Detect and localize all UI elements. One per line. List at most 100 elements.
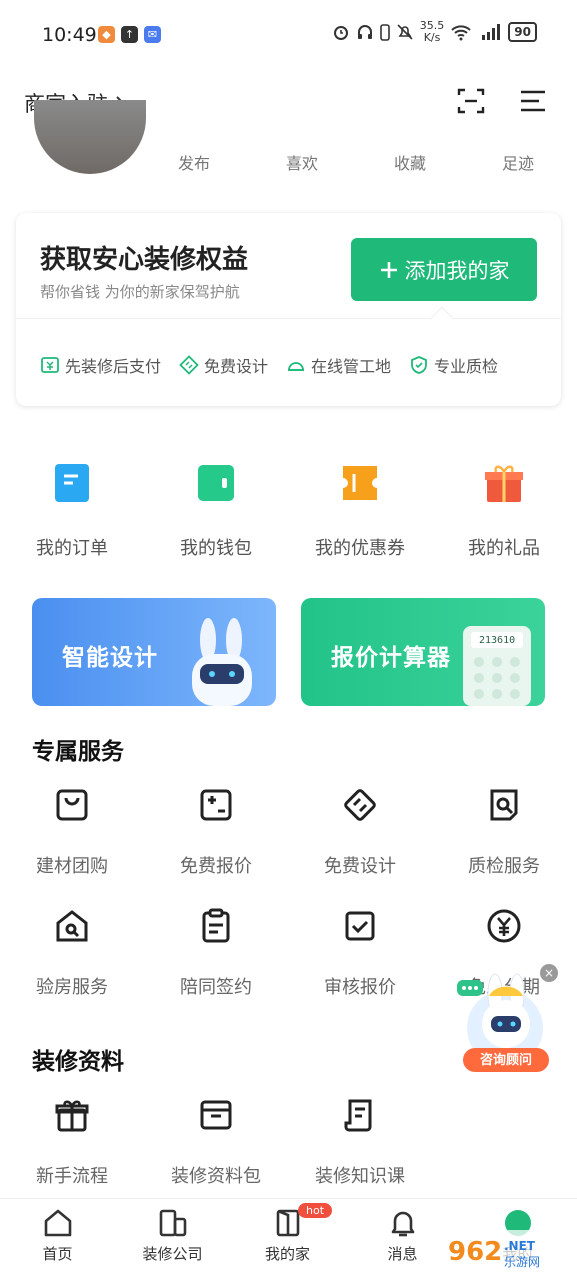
calculator-display: 213610 (479, 635, 516, 646)
coupon-icon (343, 466, 377, 500)
quick-wallet[interactable]: 我的钱包 (144, 462, 288, 560)
service-label: 免费设计 (324, 856, 396, 877)
signal-icon (482, 24, 501, 40)
quote-calculator-banner[interactable]: 报价计算器 213610 (301, 598, 545, 706)
smart-design-label: 智能设计 (62, 645, 158, 671)
status-indicators: 35.5 K/s 90 (332, 20, 537, 44)
quick-label: 我的优惠券 (315, 538, 405, 559)
bunny-mascot-icon (192, 618, 252, 706)
mute-icon (397, 24, 413, 40)
alarm-icon (333, 26, 348, 40)
service-contract-accompany[interactable]: 陪同签约 (144, 907, 288, 999)
menu-icon[interactable] (518, 86, 548, 116)
quick-label: 我的钱包 (180, 538, 252, 559)
quick-gifts[interactable]: 我的礼品 (432, 462, 576, 560)
service-label: 陪同签约 (180, 977, 252, 998)
scan-icon[interactable] (456, 86, 486, 116)
material-beginner-flow[interactable]: 新手流程 (0, 1096, 144, 1188)
perk-list: 先装修后支付 免费设计 在线管工地 专业质检 (40, 353, 498, 377)
perk-label: 先装修后支付 (65, 357, 162, 376)
perk-label: 在线管工地 (311, 357, 392, 376)
quote-calculator-label: 报价计算器 (331, 645, 451, 671)
checkbox-icon (345, 911, 375, 941)
folder-icon (200, 1100, 232, 1130)
clipboard-icon (202, 908, 230, 943)
material-label: 装修知识课 (315, 1166, 405, 1187)
network-speed: 35.5 K/s (419, 19, 445, 44)
service-label: 审核报价 (324, 977, 396, 998)
stat-favorites[interactable]: 收藏 (356, 150, 464, 174)
gift-outline-icon (55, 1100, 89, 1132)
tab-label: 消息 (387, 1245, 418, 1263)
perk-online-site: 在线管工地 (286, 353, 391, 377)
service-house-inspection[interactable]: 验房服务 (0, 907, 144, 999)
stat-posts[interactable]: 发布 (140, 150, 248, 174)
svg-text:乐游网: 乐游网 (504, 1255, 540, 1269)
upload-notification-icon: ↑ (121, 26, 138, 43)
service-label: 质检服务 (468, 856, 540, 877)
service-label: 建材团购 (36, 856, 108, 877)
materials-title: 装修资料 (32, 1049, 124, 1075)
avatar[interactable] (34, 100, 146, 174)
design-diamond-icon (344, 789, 376, 821)
headphones-icon (357, 25, 372, 39)
perk-inspection: 专业质检 (409, 353, 498, 377)
quick-coupons[interactable]: 我的优惠券 (288, 462, 432, 560)
perk-label: 免费设计 (204, 357, 269, 376)
building-icon (159, 1209, 186, 1237)
service-quality-inspection[interactable]: 质检服务 (432, 786, 576, 878)
svg-text:962: 962 (448, 1237, 502, 1267)
service-label: 验房服务 (36, 977, 108, 998)
design-icon (179, 355, 199, 375)
wifi-icon (451, 25, 471, 41)
shopping-bag-icon (56, 789, 88, 821)
service-label: 免费报价 (180, 856, 252, 877)
helmet-icon (288, 362, 305, 371)
calculator-outline-icon (200, 789, 232, 821)
close-icon[interactable]: × (540, 964, 558, 982)
yuan-card-icon (41, 357, 59, 373)
shield-check-icon (411, 356, 427, 374)
smart-design-banner[interactable]: 智能设计 (32, 598, 276, 706)
add-home-button[interactable]: 添加我的家 (351, 238, 537, 301)
tab-home[interactable]: 首页 (0, 1199, 115, 1278)
service-quote-review[interactable]: 审核报价 (288, 907, 432, 999)
exclusive-services-title: 专属服务 (32, 739, 124, 765)
yuan-circle-icon (487, 909, 521, 943)
perk-label: 专业质检 (434, 357, 499, 376)
quick-actions: 我的订单 我的钱包 我的优惠券 我的礼品 (0, 462, 577, 560)
consultant-label: 咨询顾问 (479, 1053, 532, 1068)
status-bar: 10:49 ◆ ↑ ✉ 35.5 K/s 90 (0, 0, 577, 72)
stat-history[interactable]: 足迹 (464, 150, 572, 174)
material-label: 新手流程 (36, 1166, 108, 1187)
material-label: 装修资料包 (171, 1166, 261, 1187)
stat-likes[interactable]: 喜欢 (248, 150, 356, 174)
gift-icon (485, 465, 523, 502)
service-free-quote[interactable]: 免费报价 (144, 786, 288, 878)
inspection-icon (490, 789, 518, 821)
service-free-design[interactable]: 免费设计 (288, 786, 432, 878)
material-package[interactable]: 装修资料包 (144, 1096, 288, 1188)
battery-indicator: 90 (508, 22, 537, 42)
perk-pay-later: 先装修后支付 (40, 353, 161, 377)
materials-row: 新手流程 装修资料包 装修知识课 (0, 1096, 577, 1188)
scroll-icon (344, 1099, 372, 1132)
house-search-icon (56, 910, 88, 942)
quick-label: 我的礼品 (468, 538, 540, 559)
quick-label: 我的订单 (36, 538, 108, 559)
tab-label: 我的家 (264, 1245, 310, 1263)
promo-title: 获取安心装修权益 (40, 245, 249, 275)
add-home-label: 添加我的家 (404, 258, 510, 283)
message-notification-icon: ✉ (144, 26, 161, 43)
service-materials-group[interactable]: 建材团购 (0, 786, 144, 878)
battery-saver-icon (379, 24, 390, 41)
orders-icon (55, 464, 89, 502)
svg-text:.NET: .NET (504, 1239, 536, 1253)
card-divider (16, 318, 561, 319)
material-knowledge-course[interactable]: 装修知识课 (288, 1096, 432, 1188)
quick-orders[interactable]: 我的订单 (0, 462, 144, 560)
hot-badge: hot (298, 1203, 333, 1218)
status-app-icons: ◆ ↑ ✉ (98, 26, 161, 43)
tab-companies[interactable]: 装修公司 (115, 1199, 230, 1278)
bell-icon (391, 1211, 414, 1237)
